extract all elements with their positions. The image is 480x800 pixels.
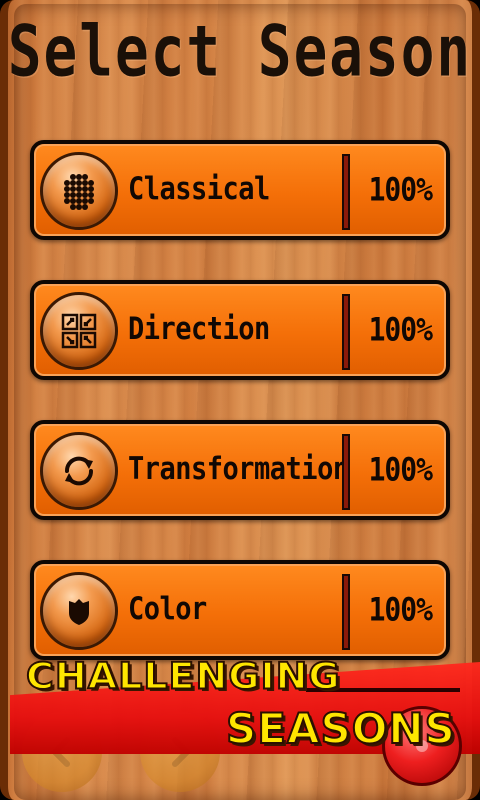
season-row-classical[interactable]: Classical 100% xyxy=(30,140,450,240)
season-progress-bar xyxy=(342,294,350,370)
shield-icon xyxy=(40,572,118,650)
season-progress: 100% xyxy=(368,170,433,209)
arrows-grid-icon xyxy=(40,292,118,370)
season-progress: 100% xyxy=(368,310,433,349)
season-progress-bar xyxy=(342,574,350,650)
cycle-arrows-icon xyxy=(40,432,118,510)
season-name: Color xyxy=(128,591,207,628)
page-title: Select Season xyxy=(7,11,473,94)
season-progress-bar xyxy=(342,434,350,510)
season-row-color[interactable]: Color 100% xyxy=(30,560,450,660)
season-progress: 100% xyxy=(368,450,433,489)
season-name: Classical xyxy=(128,171,270,208)
season-name: Direction xyxy=(128,311,270,348)
season-name: Transformation xyxy=(128,451,349,488)
season-row-direction[interactable]: Direction 100% xyxy=(30,280,450,380)
banner-title-line1: CHALLENGING xyxy=(25,654,341,698)
dots-grid-icon xyxy=(40,152,118,230)
season-progress: 100% xyxy=(368,590,433,629)
banner-title-line2: SEASONS xyxy=(225,703,456,754)
season-progress-bar xyxy=(342,154,350,230)
season-row-transformation[interactable]: Transformation 100% xyxy=(30,420,450,520)
